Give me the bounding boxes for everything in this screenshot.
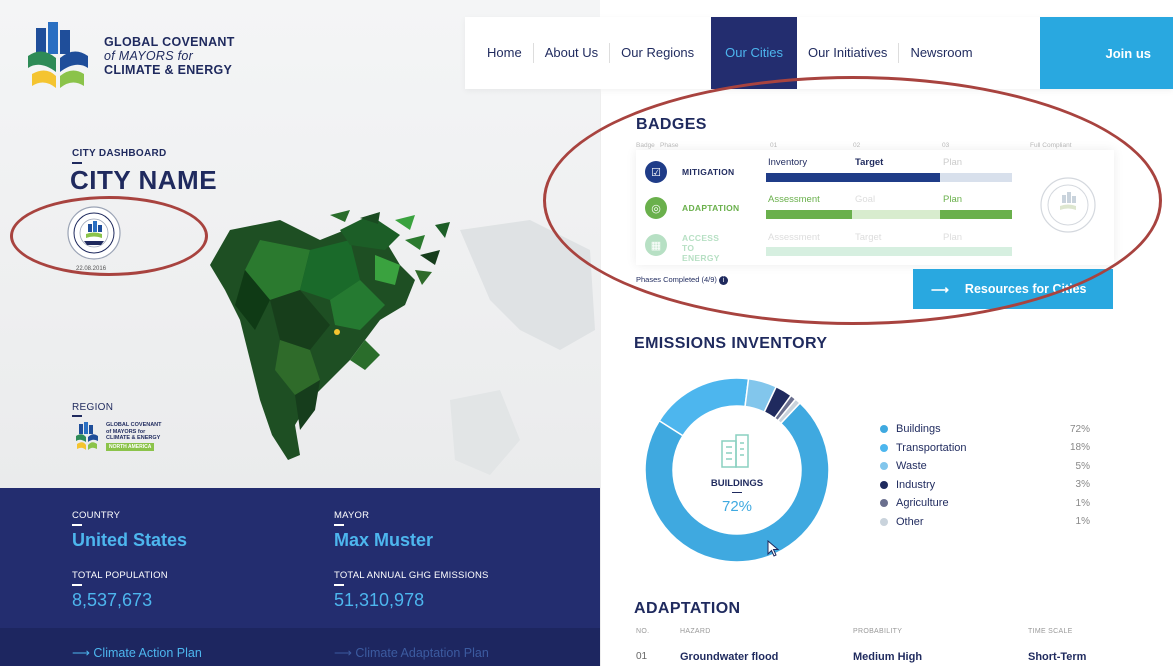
arrow-right-icon: ⟶ [334, 646, 356, 660]
legend-item-transportation[interactable]: Transportation 18% [880, 439, 1090, 457]
city-dashboard-panel: GLOBAL COVENANT of MAYORS for CLIMATE & … [0, 0, 600, 666]
row-no: 01 [636, 651, 648, 662]
mayor-stat: MAYOR Max Muster [334, 510, 433, 551]
region-logo[interactable]: GLOBAL COVENANT of MAYORS for CLIMATE & … [74, 422, 162, 452]
region-logo-icon [76, 422, 98, 450]
highlight-ellipse-badges [543, 76, 1162, 325]
label-underline [72, 524, 82, 526]
climate-action-plan-label: Climate Action Plan [93, 646, 202, 660]
legend-item-industry[interactable]: Industry 3% [880, 476, 1090, 494]
legend-value: 5% [1075, 460, 1090, 472]
row-hazard: Groundwater flood [680, 651, 779, 663]
donut-center-label: BUILDINGS [710, 478, 764, 489]
row-probability: Medium High [853, 651, 923, 663]
emissions-value: 51,310,978 [334, 590, 425, 610]
climate-adaptation-plan-link[interactable]: ⟶ Climate Adaptation Plan [334, 645, 489, 660]
legend-label: Transportation [896, 441, 967, 454]
legend-dot [880, 499, 888, 507]
population-label: TOTAL POPULATION [72, 570, 168, 581]
legend-dot [880, 443, 888, 452]
label-underline [334, 584, 344, 586]
legend-item-buildings[interactable]: Buildings 72% [880, 420, 1090, 438]
adaptation-title: ADAPTATION [634, 600, 741, 617]
legend-dot [880, 480, 888, 489]
col-header-hazard: HAZARD [680, 628, 711, 635]
col-header-time-scale: TIME SCALE [1028, 628, 1073, 635]
legend-value: 1% [1075, 497, 1090, 509]
mouse-cursor-icon [767, 540, 780, 557]
mayor-label: MAYOR [334, 510, 370, 521]
legend-item-other[interactable]: Other 1% [880, 513, 1090, 531]
emissions-donut-chart [644, 377, 830, 563]
region-tag: NORTH AMERICA [106, 442, 155, 451]
legend-dot [880, 425, 888, 433]
label-underline [732, 492, 742, 493]
label-underline [334, 524, 344, 526]
legend-label: Waste [896, 460, 927, 472]
legend-value: 3% [1075, 479, 1090, 490]
emissions-inventory-title: EMISSIONS INVENTORY [634, 335, 828, 352]
arrow-right-icon: ⟶ [72, 646, 94, 660]
population-stat: TOTAL POPULATION 8,537,673 [72, 570, 168, 611]
logo-line-3: CLIMATE & ENERGY [104, 63, 233, 77]
climate-adaptation-plan-label: Climate Adaptation Plan [355, 646, 489, 660]
north-america-map [210, 210, 595, 475]
population-value: 8,537,673 [72, 590, 153, 610]
legend-label: Agriculture [896, 497, 949, 509]
legend-label: Industry [896, 478, 936, 491]
climate-action-plan-link[interactable]: ⟶ Climate Action Plan [72, 645, 202, 660]
emissions-label: TOTAL ANNUAL GHG EMISSIONS [334, 570, 489, 581]
donut-center-value: 72% [721, 498, 753, 515]
legend-value: 18% [1069, 442, 1090, 453]
mayor-value: Max Muster [334, 530, 434, 550]
covenant-logo[interactable]: GLOBAL COVENANT of MAYORS for CLIMATE & … [22, 20, 235, 92]
country-value: United States [72, 530, 188, 550]
logo-line-2: of MAYORS for [104, 49, 194, 63]
legend-item-waste[interactable]: Waste 5% [880, 457, 1090, 475]
legend-value: 1% [1075, 516, 1090, 527]
region-label: REGION [72, 402, 114, 413]
covenant-logo-text: GLOBAL COVENANT of MAYORS for CLIMATE & … [104, 35, 235, 77]
legend-label: Buildings [896, 423, 941, 435]
nav-our-regions[interactable]: Our Regions [609, 43, 705, 63]
label-underline [72, 415, 82, 417]
nav-home[interactable]: Home [465, 43, 533, 63]
country-label: COUNTRY [72, 510, 121, 521]
emissions-stat: TOTAL ANNUAL GHG EMISSIONS 51,310,978 [334, 570, 489, 611]
legend-item-agriculture[interactable]: Agriculture 1% [880, 494, 1090, 512]
col-header-probability: PROBABILITY [853, 628, 903, 635]
label-underline [72, 584, 82, 586]
legend-label: Other [896, 515, 924, 528]
city-dashboard-label: CITY DASHBOARD [72, 148, 167, 159]
nav-our-initiatives[interactable]: Our Initiatives [797, 43, 898, 63]
region-logo-line: CLIMATE & ENERGY [106, 435, 161, 441]
nav-newsroom[interactable]: Newsroom [898, 43, 983, 63]
country-stat: COUNTRY United States [72, 510, 187, 551]
city-stats-panel: COUNTRY United States MAYOR Max Muster T… [0, 488, 600, 628]
plan-links-bar: ⟶ Climate Action Plan ⟶ Climate Adaptati… [0, 628, 600, 666]
covenant-logo-icon [28, 22, 88, 88]
logo-line-1: GLOBAL COVENANT [104, 35, 235, 49]
join-us-button[interactable]: Join us [1040, 17, 1173, 89]
region-logo-line: GLOBAL COVENANT [106, 422, 162, 428]
label-underline [72, 162, 82, 164]
legend-dot [880, 462, 888, 470]
legend-value: 72% [1069, 423, 1090, 435]
highlight-ellipse-seal [10, 196, 208, 276]
nav-about-us[interactable]: About Us [532, 43, 609, 63]
city-name-title: CITY NAME [70, 165, 218, 195]
region-logo-text: GLOBAL COVENANT of MAYORS for CLIMATE & … [106, 422, 162, 451]
col-header-no: NO. [636, 628, 650, 635]
legend-dot [880, 517, 888, 526]
row-time-scale: Short-Term [1028, 651, 1087, 663]
